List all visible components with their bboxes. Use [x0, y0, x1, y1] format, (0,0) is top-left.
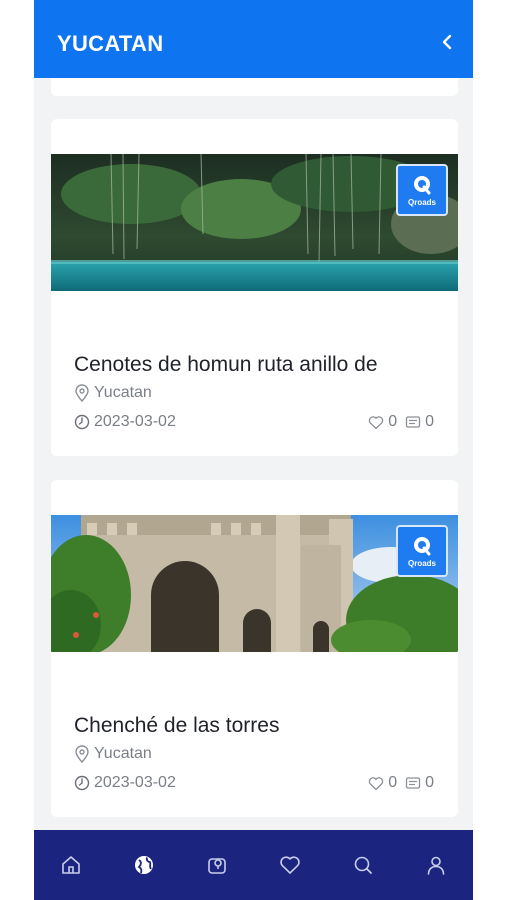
like-count: 0 — [388, 774, 398, 791]
place-location: Yucatan — [74, 384, 152, 402]
page-title: YUCATAN — [57, 31, 164, 56]
location-text: Yucatan — [94, 384, 152, 401]
back-button[interactable] — [435, 30, 459, 54]
location-pin-icon — [75, 384, 89, 402]
place-image-church: Qroads — [51, 515, 458, 652]
place-name: Chenché de las torres — [74, 714, 280, 737]
location-text: Yucatan — [94, 745, 152, 762]
heart-icon — [368, 776, 384, 790]
tab-search[interactable] — [343, 845, 383, 885]
badge-label: Qroads — [407, 197, 436, 207]
tab-explore[interactable] — [124, 845, 164, 885]
place-name: Cenotes de homun ruta anillo de — [74, 353, 378, 376]
comment-count: 0 — [425, 413, 434, 430]
tab-profile[interactable] — [416, 845, 456, 885]
heart-icon — [368, 415, 384, 429]
comment-counter[interactable]: 0 — [405, 774, 434, 792]
card-stats: 0 0 — [368, 413, 434, 431]
date-text: 2023-03-02 — [94, 774, 176, 791]
home-icon — [61, 856, 80, 874]
clock-icon — [74, 775, 90, 791]
chevron-left-icon — [442, 34, 452, 50]
place-date: 2023-03-02 — [74, 774, 176, 792]
user-icon — [428, 856, 445, 875]
q-logo-icon — [414, 536, 431, 555]
card-stats: 0 0 — [368, 774, 434, 792]
q-logo-icon — [414, 175, 431, 194]
like-counter[interactable]: 0 — [368, 413, 397, 431]
comment-icon — [405, 415, 421, 428]
tab-home[interactable] — [51, 845, 91, 885]
like-count: 0 — [388, 413, 398, 430]
comment-count: 0 — [425, 774, 434, 791]
tab-favorites[interactable] — [270, 845, 310, 885]
place-card[interactable]: Qroads Chenché de las torres Yucatan 202… — [51, 480, 458, 817]
clock-icon — [74, 414, 90, 430]
tab-places[interactable] — [197, 845, 237, 885]
search-icon — [354, 856, 373, 874]
like-counter[interactable]: 0 — [368, 774, 397, 792]
app-screen: YUCATAN Qroads Cenotes de homun ruta ani… — [34, 0, 473, 900]
qroads-badge: Qroads — [396, 525, 448, 577]
place-card[interactable]: Qroads Cenotes de homun ruta anillo de Y… — [51, 119, 458, 456]
comment-icon — [405, 776, 421, 789]
globe-icon — [134, 856, 153, 874]
place-date: 2023-03-02 — [74, 413, 176, 431]
comment-counter[interactable]: 0 — [405, 413, 434, 431]
qroads-badge: Qroads — [396, 164, 448, 216]
top-app-bar: YUCATAN — [34, 0, 473, 78]
location-pin-icon — [75, 745, 89, 763]
previous-card-bottom — [51, 78, 458, 96]
bottom-tab-bar — [34, 830, 473, 900]
heart-icon — [280, 856, 300, 874]
place-image-cenote: Qroads — [51, 154, 458, 291]
date-text: 2023-03-02 — [94, 413, 176, 430]
map-pin-square-icon — [208, 858, 226, 874]
place-location: Yucatan — [74, 745, 152, 763]
badge-label: Qroads — [407, 558, 436, 568]
